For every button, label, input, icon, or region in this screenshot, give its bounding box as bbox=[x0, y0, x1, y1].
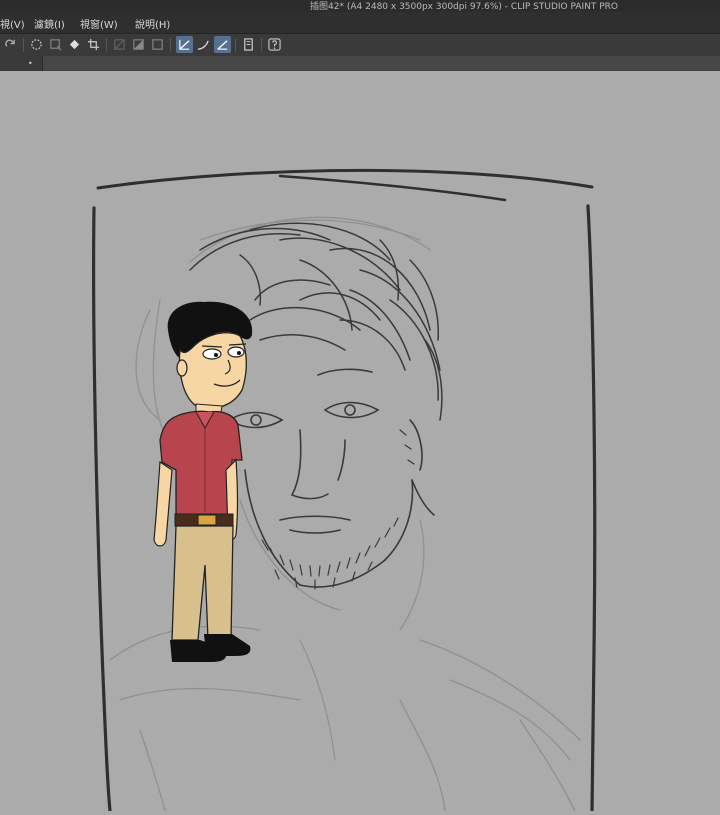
toolbar-separator bbox=[235, 38, 236, 52]
snap-to-special-ruler-button[interactable] bbox=[195, 36, 212, 53]
toolbar-separator bbox=[170, 38, 171, 52]
snap-to-ruler-button[interactable] bbox=[176, 36, 193, 53]
menu-view[interactable]: 視(V) bbox=[0, 16, 25, 31]
marquee-icon bbox=[31, 39, 42, 50]
snap-to-special-ruler-icon bbox=[197, 40, 209, 50]
help-icon bbox=[268, 38, 281, 51]
hide-selection-button[interactable] bbox=[111, 36, 128, 53]
fill-button[interactable] bbox=[66, 36, 83, 53]
beard-stubble bbox=[261, 429, 415, 590]
redo-icon bbox=[5, 39, 15, 47]
marquee-button[interactable] bbox=[28, 36, 45, 53]
hide-selection-icon bbox=[114, 39, 125, 50]
crop-icon bbox=[87, 38, 100, 51]
redo-button[interactable] bbox=[2, 36, 19, 53]
canvas-tab-bar: • bbox=[0, 56, 720, 71]
unsaved-indicator: • bbox=[28, 59, 33, 68]
menu-help[interactable]: 說明(H) bbox=[135, 16, 170, 31]
snap-to-grid-icon bbox=[217, 40, 228, 50]
menu-bar: 視(V) 濾鏡(I) 視窗(W) 說明(H) bbox=[0, 12, 720, 33]
command-bar bbox=[0, 33, 720, 57]
transform-button[interactable] bbox=[47, 36, 64, 53]
fill-selection-icon bbox=[133, 39, 144, 50]
title-bar: 插图42* (A4 2480 x 3500px 300dpi 97.6%) - … bbox=[0, 0, 720, 12]
window-title: 插图42* (A4 2480 x 3500px 300dpi 97.6%) - … bbox=[310, 2, 618, 12]
clear-selection-button[interactable] bbox=[149, 36, 166, 53]
fill-icon bbox=[69, 39, 80, 50]
tablet-icon bbox=[244, 38, 253, 51]
crop-button[interactable] bbox=[85, 36, 102, 53]
clear-selection-icon bbox=[152, 39, 163, 50]
help-button[interactable] bbox=[266, 36, 283, 53]
fill-selection-button[interactable] bbox=[130, 36, 147, 53]
menu-window[interactable]: 視窗(W) bbox=[80, 16, 118, 31]
toolbar-separator bbox=[23, 38, 24, 52]
toolbar-separator bbox=[261, 38, 262, 52]
snap-to-grid-button[interactable] bbox=[214, 36, 231, 53]
cartoon-character bbox=[153, 301, 253, 662]
canvas-artwork bbox=[92, 168, 597, 813]
tablet-button[interactable] bbox=[240, 36, 257, 53]
snap-to-ruler-icon bbox=[179, 39, 190, 50]
drawing-canvas[interactable] bbox=[0, 72, 720, 813]
transform-icon bbox=[50, 39, 62, 51]
toolbar-separator bbox=[106, 38, 107, 52]
menu-filter[interactable]: 濾鏡(I) bbox=[34, 16, 65, 31]
face-sketch bbox=[228, 368, 435, 588]
canvas-tab[interactable]: • bbox=[0, 56, 43, 71]
